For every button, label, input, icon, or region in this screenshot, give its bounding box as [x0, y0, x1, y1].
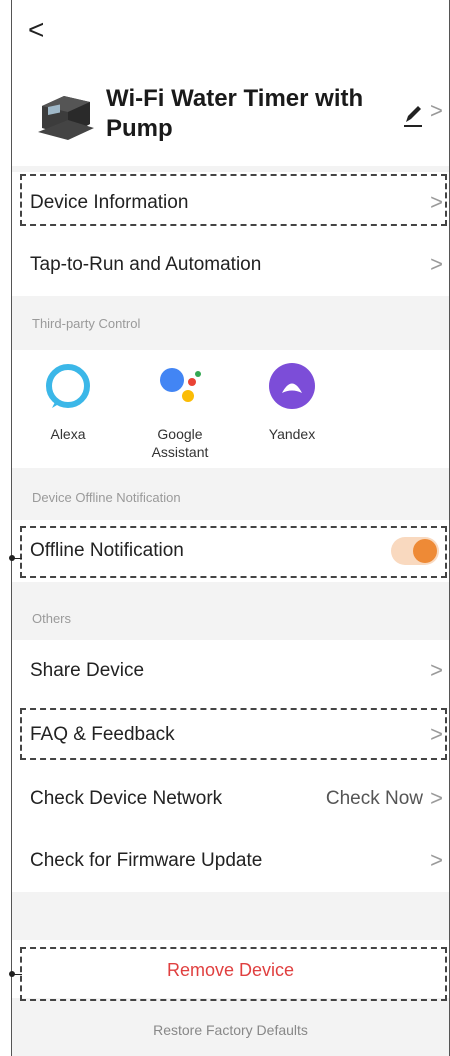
chevron-right-icon: > — [430, 189, 443, 215]
restore-factory-defaults[interactable]: Restore Factory Defaults — [12, 1022, 449, 1038]
pencil-icon[interactable] — [402, 102, 424, 128]
row-device-information[interactable]: Device Information > — [12, 172, 449, 234]
chevron-right-icon: > — [430, 847, 443, 873]
assistant-label: Yandex — [268, 426, 316, 442]
section-title: Third-party Control — [32, 316, 141, 331]
row-label: Tap-to-Run and Automation — [30, 254, 262, 275]
section-header-others — [12, 582, 449, 640]
offline-notification-toggle[interactable] — [391, 537, 439, 565]
callout-line — [12, 558, 22, 559]
chevron-right-icon: > — [430, 785, 443, 811]
row-label: Check for Firmware Update — [30, 850, 263, 871]
assistant-label: Alexa — [50, 426, 86, 442]
device-title: Wi-Fi Water Timer with Pump — [106, 85, 364, 142]
chevron-right-icon: > — [430, 657, 443, 683]
row-label: Share Device — [30, 660, 145, 681]
row-offline-notification: Offline Notification — [12, 520, 449, 582]
row-label: FAQ & Feedback — [30, 724, 175, 745]
google-assistant-icon — [160, 368, 201, 402]
assistant-alexa[interactable]: Alexa — [18, 360, 118, 443]
row-check-network[interactable]: Check Device Network Check Now > — [12, 768, 449, 830]
row-label: Offline Notification — [30, 540, 184, 561]
row-faq-feedback[interactable]: FAQ & Feedback > — [12, 704, 449, 766]
callout-line — [12, 974, 22, 975]
toggle-knob — [413, 539, 437, 563]
yandex-alice-icon — [269, 363, 315, 409]
device-header[interactable]: Wi-Fi Water Timer with Pump > — [12, 80, 449, 164]
check-now-link[interactable]: Check Now — [326, 788, 423, 810]
chevron-right-icon: > — [430, 721, 443, 747]
remove-device-button[interactable]: Remove Device — [12, 960, 449, 981]
chevron-left-icon: < — [28, 14, 45, 45]
row-label: Device Information — [30, 192, 189, 213]
row-tap-to-run[interactable]: Tap-to-Run and Automation > — [12, 234, 449, 296]
settings-screen: < Wi-Fi Water Timer with Pump > Device I… — [12, 0, 449, 1056]
chevron-right-icon: > — [430, 98, 443, 123]
row-share-device[interactable]: Share Device > — [12, 640, 449, 702]
assistant-google[interactable]: Google Assistant — [130, 360, 230, 461]
assistant-label: Google Assistant — [151, 426, 209, 460]
back-button[interactable]: < — [28, 16, 44, 44]
section-title: Others — [32, 611, 72, 626]
section-title: Device Offline Notification — [32, 490, 181, 505]
row-firmware-update[interactable]: Check for Firmware Update > — [12, 830, 449, 892]
chevron-right-icon: > — [430, 251, 443, 277]
device-thumbnail — [38, 96, 94, 140]
alexa-icon — [46, 364, 90, 408]
row-label: Check Device Network — [30, 788, 223, 809]
assistant-yandex[interactable]: Yandex — [242, 360, 342, 443]
